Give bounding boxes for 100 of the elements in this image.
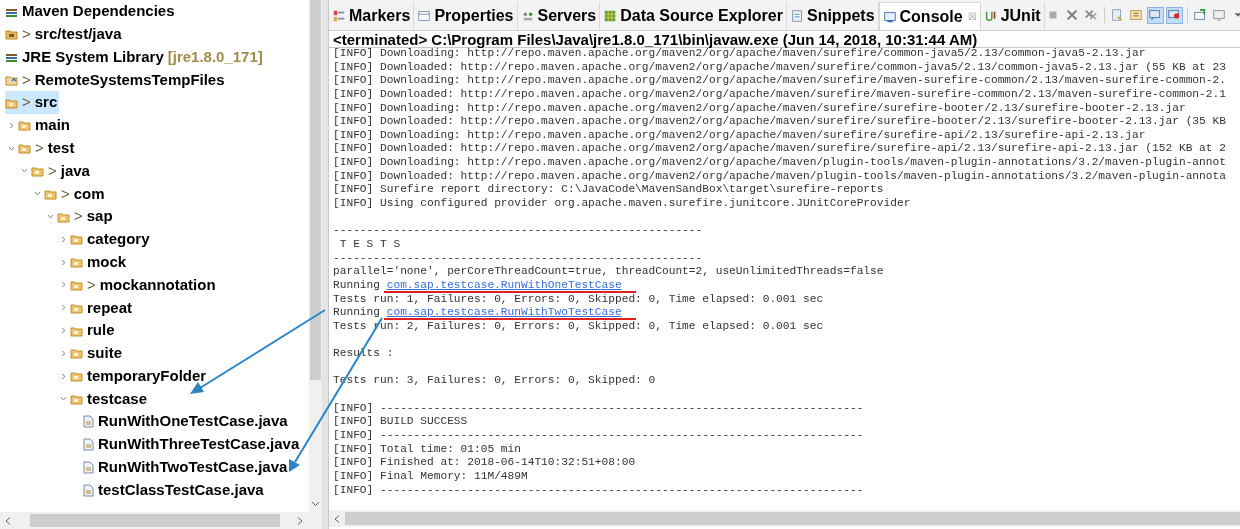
snippets-icon: [789, 9, 804, 23]
java-file-icon: [83, 438, 94, 452]
toolbar-button[interactable]: [1165, 6, 1183, 24]
display-icon: [1212, 8, 1227, 22]
folder-icon: [44, 187, 57, 200]
console-line: [INFO] Downloading: http://repo.maven.apache.org/maven2/org/apache/maven/surefire/surefire-api/2.13/surefire-api-2.13.jar: [333, 128, 1146, 143]
console-line: parallel='none', perCoreThreadCount=true, threadCount=2, useUnlimitedThreads=false: [333, 265, 884, 279]
expanded-chevron-icon[interactable]: [34, 190, 41, 198]
console-line: [INFO] Downloading: http://repo.maven.apache.org/maven2/org/apache/maven/surefire/common-java5/2.13/common-java5-2.13.jar: [333, 48, 1146, 61]
console-line: [INFO] Total time: 01:05 min: [333, 442, 521, 457]
console-line: [INFO] Downloaded: http://repo.maven.apache.org/maven2/org/apache/maven/surefire/surefire-booter/2.13/surefire-booter-2.13.jar (35 KB: [333, 115, 1226, 129]
scrollbar-thumb[interactable]: [345, 512, 1240, 525]
folder-icon: [18, 142, 31, 155]
console-line: -------------------------------------------------------: [333, 224, 703, 238]
collapsed-chevron-icon[interactable]: [8, 121, 15, 129]
console-line: [INFO] ------------------------------------------------------------------------: [333, 401, 864, 416]
folder-icon: [70, 233, 83, 246]
console-line: [INFO] Downloaded: http://repo.maven.apache.org/maven2/org/apache/maven/surefire/maven-surefire-common/2.13/maven-surefire-common-2.1: [333, 87, 1226, 102]
folder-icon: [5, 96, 18, 109]
tree-item[interactable]: > src: [5, 91, 60, 114]
horizontal-scrollbar[interactable]: [329, 510, 1240, 527]
tree-item[interactable]: > sap: [57, 205, 115, 228]
console-line: [INFO] ------------------------------------------------------------------------: [333, 428, 864, 443]
console-icon: [882, 9, 897, 24]
remove-all-icon: [1084, 8, 1099, 22]
scrollbar-thumb[interactable]: [310, 0, 321, 380]
vertical-scrollbar[interactable]: [309, 0, 322, 512]
folder-icon: [70, 278, 83, 291]
console-line: [INFO] Downloading: http://repo.maven.apache.org/maven2/org/apache/maven/plugin-tools/maven-plugin-annotations/3.2/maven-plugin-annot: [333, 156, 1226, 170]
horizontal-scrollbar[interactable]: [0, 512, 322, 529]
folder-icon: [70, 370, 83, 383]
tree-item[interactable]: > RemoteSystemsTempFiles: [5, 68, 227, 92]
tree-item[interactable]: RunWithOneTestCase.java: [83, 410, 290, 433]
java-file-icon: [83, 415, 94, 429]
grid-icon: [603, 9, 618, 23]
folder-icon: [70, 324, 83, 337]
class-link[interactable]: com.sap.testcase.RunWithTwoTestCase: [386, 306, 622, 319]
java-file-icon: [83, 483, 94, 497]
console-line: [INFO] Surefire report directory: C:\JavaCode\MavenSandBox\target\surefire-reports: [333, 183, 884, 198]
console-line: [INFO] Finished at: 2018-06-14T10:32:51+08:00: [333, 456, 636, 470]
expanded-chevron-icon[interactable]: [47, 213, 54, 221]
collapsed-chevron-icon[interactable]: [60, 372, 67, 380]
console-line: [INFO] Downloaded: http://repo.maven.apache.org/maven2/org/apache/maven/plugin-tools/maven-plugin-annotations/3.2/maven-plugin-annota: [333, 169, 1226, 184]
tree-item[interactable]: category: [70, 228, 152, 251]
collapsed-chevron-icon[interactable]: [60, 349, 67, 357]
tree-item[interactable]: RunWithThreeTestCase.java: [83, 433, 302, 456]
collapsed-chevron-icon[interactable]: [60, 304, 67, 312]
console-line: [INFO] Downloaded: http://repo.maven.apache.org/maven2/org/apache/maven/surefire/surefire-api/2.13/surefire-api-2.13.jar (152 KB at 2: [333, 142, 1226, 157]
tree-item[interactable]: > java: [31, 159, 92, 183]
view-tab[interactable]: Console ☒: [878, 2, 981, 30]
tree-item[interactable]: temporaryFolder: [70, 364, 209, 388]
collapsed-chevron-icon[interactable]: [60, 327, 67, 335]
tree-item[interactable]: mock: [70, 250, 129, 274]
markers-icon: [332, 9, 346, 23]
console-line: -------------------------------------------------------: [333, 251, 703, 266]
tree-item[interactable]: > com: [44, 182, 107, 205]
expanded-chevron-icon[interactable]: [8, 144, 15, 152]
source-folder-icon: [5, 28, 18, 41]
scrollbar-thumb[interactable]: [30, 514, 280, 527]
tree-item[interactable]: repeat: [70, 296, 135, 319]
remove-icon: [1065, 8, 1080, 22]
expanded-chevron-icon[interactable]: [60, 395, 67, 403]
folder-icon: [18, 119, 31, 132]
console-line: [INFO] Using configured provider org.apache.maven.surefire.junitcore.JUnitCoreProvider: [333, 197, 911, 211]
console-line: [INFO] Downloaded: http://repo.maven.apache.org/maven2/org/apache/maven/surefire/common-java5/2.13/common-java5-2.13.jar (55 KB at 23: [333, 60, 1226, 75]
folder-icon: [70, 347, 83, 360]
tree-item[interactable]: testClassTestCase.java: [83, 478, 266, 502]
collapsed-chevron-icon[interactable]: [60, 281, 67, 289]
expanded-chevron-icon[interactable]: [21, 167, 28, 175]
console-line: Running: [333, 278, 380, 293]
console-output-icon: [1148, 8, 1163, 22]
tree-item[interactable]: testcase: [70, 387, 150, 411]
tree-item[interactable]: Maven Dependencies: [5, 0, 177, 23]
console-line: T E S T S: [338, 237, 401, 252]
tree-item[interactable]: JRE System Library [jre1.8.0_171]: [5, 45, 265, 69]
console-line: Running: [333, 306, 380, 320]
pin-icon: [1193, 8, 1208, 22]
toolbar-button[interactable]: [1146, 6, 1164, 24]
tree-item[interactable]: > mockannotation: [70, 273, 218, 297]
project-folder-icon: [5, 73, 18, 86]
class-link[interactable]: com.sap.testcase.RunWithOneTestCase: [386, 278, 622, 291]
collapsed-chevron-icon[interactable]: [60, 258, 67, 266]
tree-item[interactable]: main: [18, 114, 72, 137]
collapsed-chevron-icon[interactable]: [60, 235, 67, 243]
java-file-icon: [83, 460, 94, 474]
folder-icon: [70, 256, 83, 269]
console-header: <terminated> C:\Program Files\Java\jre1.8.0_171\bin\javaw.exe (Jun 14, 2018, 10:31:44 AM): [329, 31, 1240, 48]
tree-item[interactable]: RunWithTwoTestCase.java: [83, 456, 290, 479]
console-line: [INFO] Downloading: http://repo.maven.apache.org/maven2/org/apache/maven/surefire/surefire-booter/2.13/surefire-booter-2.13.jar: [333, 101, 1186, 116]
word-wrap-icon: [1129, 8, 1144, 22]
console-line: [INFO] Final Memory: 11M/489M: [333, 469, 528, 484]
folder-icon: [70, 301, 83, 314]
folder-icon: [31, 164, 44, 177]
tree-item[interactable]: > test: [18, 136, 77, 160]
tree-item[interactable]: rule: [70, 319, 117, 342]
console-line: [INFO] Downloading: http://repo.maven.apache.org/maven2/org/apache/maven/surefire/maven-surefire-common/2.13/maven-surefire-common-2.: [333, 74, 1226, 88]
junit-icon: [983, 9, 998, 23]
library-icon: [5, 51, 18, 63]
tree-item[interactable]: > src/test/java: [5, 22, 124, 46]
tree-item[interactable]: suite: [70, 342, 124, 365]
